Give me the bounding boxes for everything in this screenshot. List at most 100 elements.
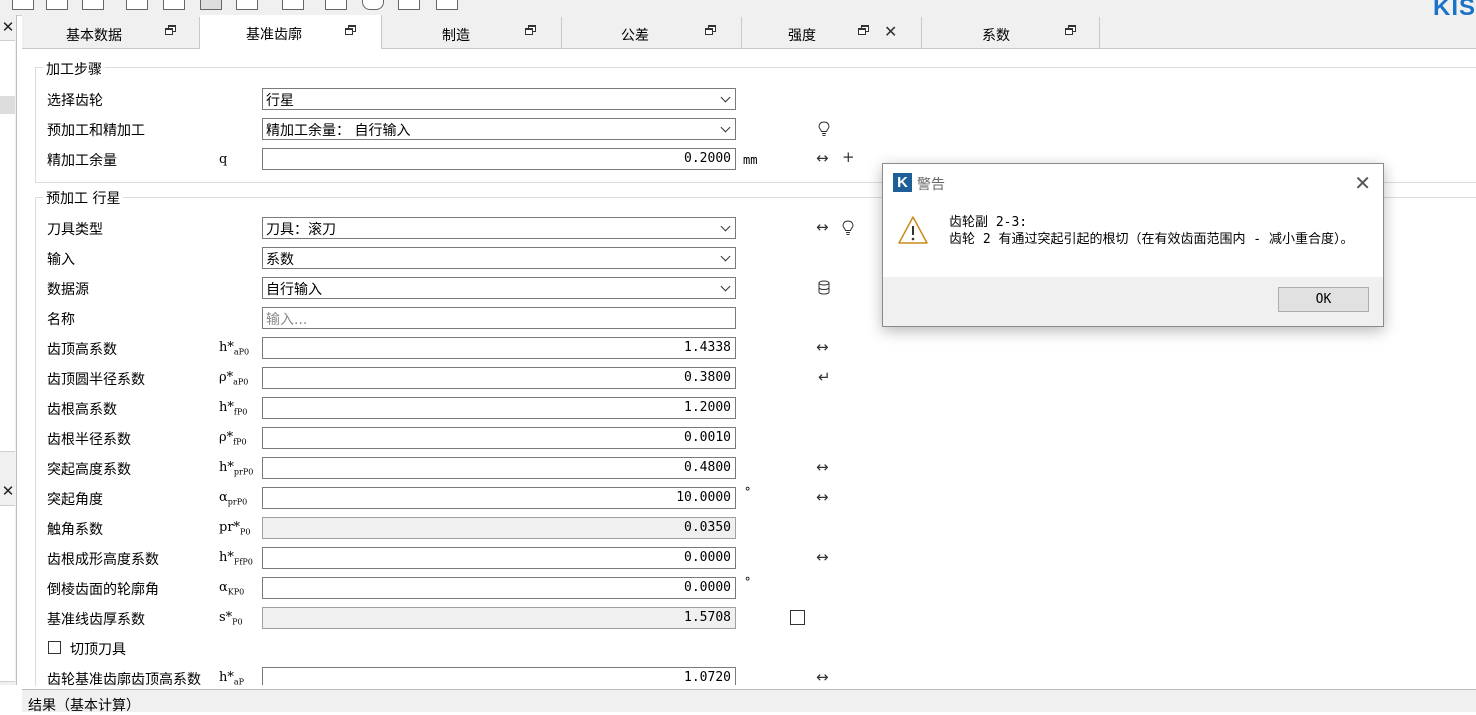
- left-dock-selected-item[interactable]: [0, 96, 15, 114]
- field-label: 触角系数: [47, 522, 103, 538]
- dialog-message: 齿轮副 2-3: 齿轮 2 有通过突起引起的根切（在有效齿面范围内 - 减小重合…: [949, 214, 1369, 248]
- field-label: 刀具类型: [47, 222, 103, 238]
- app-logo-icon: K: [893, 173, 912, 192]
- protuberance-height-input[interactable]: 0.4800: [262, 457, 736, 479]
- swap-arrow-icon[interactable]: ↔: [816, 459, 829, 475]
- database-icon[interactable]: [818, 280, 830, 295]
- toolbar-doc-button[interactable]: [12, 0, 34, 10]
- tab-label: 基准齿廓: [246, 27, 302, 43]
- chamfer-profile-angle-input[interactable]: 0.0000: [262, 577, 736, 599]
- finishing-allowance-input[interactable]: 0.2000: [262, 148, 736, 170]
- tip-radius-coefficient-input[interactable]: 0.3800: [262, 367, 736, 389]
- field-value: 0.3800: [684, 370, 731, 385]
- close-icon[interactable]: ✕: [1354, 171, 1371, 195]
- field-value: 0.4800: [684, 460, 731, 475]
- field-label: 齿顶圆半径系数: [47, 372, 145, 388]
- toolbar-window-button[interactable]: [236, 0, 258, 10]
- enter-arrow-icon[interactable]: ↵: [818, 369, 831, 385]
- toolbar-edit-button[interactable]: [82, 0, 104, 10]
- tab-factors[interactable]: 系数: [922, 17, 1100, 48]
- toolbar-report-button[interactable]: [436, 0, 458, 10]
- field-label: 突起高度系数: [47, 462, 131, 478]
- unit-label: °: [744, 485, 752, 499]
- root-form-height-input[interactable]: 0.0000: [262, 547, 736, 569]
- field-label: 输入: [47, 252, 75, 268]
- chevron-down-icon: [720, 122, 731, 133]
- field-label: 基准线齿厚系数: [47, 612, 145, 628]
- swap-arrow-icon[interactable]: ↔: [816, 219, 829, 235]
- results-label: 结果（基本计算）: [28, 698, 140, 714]
- field-value: 1.2000: [684, 400, 731, 415]
- toolbar-layout-button[interactable]: [126, 0, 148, 10]
- chevron-down-icon: [720, 221, 731, 232]
- toolbar-check-button[interactable]: [325, 0, 347, 10]
- swap-arrow-icon[interactable]: ↔: [816, 489, 829, 505]
- field-symbol: h*fP0: [219, 400, 248, 417]
- toolbar-database-button[interactable]: [362, 0, 384, 10]
- restore-window-icon[interactable]: [1065, 25, 1076, 35]
- swap-arrow-icon[interactable]: ↔: [816, 669, 829, 685]
- left-dock-list[interactable]: [0, 505, 15, 682]
- addendum-coefficient-input[interactable]: 1.4338: [262, 337, 736, 359]
- data-source-dropdown[interactable]: 自行输入: [262, 277, 736, 299]
- select-gear-dropdown[interactable]: 行星: [262, 88, 736, 110]
- tab-label: 基本数据: [66, 28, 122, 44]
- field-label: 突起角度: [47, 492, 103, 508]
- tool-type-dropdown[interactable]: 刀具：滚刀: [262, 217, 736, 239]
- tab-tolerances[interactable]: 公差: [562, 17, 742, 48]
- tab-reference-profile[interactable]: 基准齿廓: [200, 15, 382, 49]
- tab-manufacturing[interactable]: 制造: [382, 17, 562, 48]
- topping-tool-checkbox[interactable]: [48, 641, 61, 654]
- close-icon[interactable]: ✕: [0, 17, 16, 37]
- toolbar-table-button[interactable]: [398, 0, 420, 10]
- tooth-thickness-checkbox[interactable]: [790, 610, 805, 625]
- restore-window-icon[interactable]: [858, 25, 869, 35]
- field-symbol: h*FfP0: [219, 550, 253, 567]
- toolbar: KIS: [0, 0, 1476, 21]
- plus-icon[interactable]: +: [842, 149, 855, 165]
- toolbar-open-button[interactable]: [46, 0, 68, 10]
- lightbulb-icon[interactable]: [842, 220, 854, 236]
- field-value: 0.0000: [684, 580, 731, 595]
- tab-bar: 基本数据 基准齿廓 制造 公差 强度 ✕ 系数: [22, 15, 1476, 49]
- toolbar-chart-button[interactable]: [282, 0, 304, 10]
- name-input[interactable]: 输入...: [262, 307, 736, 329]
- results-panel-header[interactable]: 结果（基本计算）: [22, 689, 1476, 714]
- swap-arrow-icon[interactable]: ↔: [816, 549, 829, 565]
- left-dock-tree[interactable]: [0, 40, 15, 452]
- field-value: 1.4338: [684, 340, 731, 355]
- close-icon[interactable]: ✕: [0, 481, 16, 501]
- restore-window-icon[interactable]: [705, 25, 716, 35]
- toolbar-view-button[interactable]: [163, 0, 185, 10]
- dedendum-coefficient-input[interactable]: 1.2000: [262, 397, 736, 419]
- field-label: 齿顶高系数: [47, 342, 117, 358]
- ok-button[interactable]: OK: [1278, 287, 1369, 312]
- checkbox-label: 切顶刀具: [70, 642, 126, 658]
- field-symbol: ρ*aP0: [219, 370, 249, 387]
- restore-window-icon[interactable]: [525, 25, 536, 35]
- dropdown-value: 系数: [266, 252, 294, 268]
- protuberance-angle-input[interactable]: 10.0000: [262, 487, 736, 509]
- field-value: 1.5708: [684, 610, 731, 625]
- swap-arrow-icon[interactable]: ↔: [816, 150, 829, 166]
- swap-arrow-icon[interactable]: ↔: [816, 339, 829, 355]
- tab-label: 系数: [982, 28, 1010, 44]
- lightbulb-icon[interactable]: [818, 121, 830, 137]
- tab-strength[interactable]: 强度 ✕: [742, 17, 922, 48]
- chevron-down-icon: [720, 92, 731, 103]
- field-symbol: h*prP0: [219, 460, 254, 477]
- restore-window-icon[interactable]: [345, 25, 356, 35]
- gear-profile-addendum-input[interactable]: 1.0720: [262, 667, 736, 685]
- input-mode-dropdown[interactable]: 系数: [262, 247, 736, 269]
- warning-dialog: K 警告 ✕ 齿轮副 2-3: 齿轮 2 有通过突起引起的根切（在有效齿面范围内…: [882, 163, 1384, 327]
- field-label: 倒棱齿面的轮廓角: [47, 582, 159, 598]
- machining-mode-dropdown[interactable]: 精加工余量： 自行输入: [262, 118, 736, 140]
- restore-window-icon[interactable]: [165, 25, 176, 35]
- field-label: 数据源: [47, 282, 89, 298]
- close-icon[interactable]: ✕: [884, 24, 897, 40]
- tab-label: 公差: [621, 28, 649, 44]
- root-radius-coefficient-input[interactable]: 0.0010: [262, 427, 736, 449]
- tab-basic-data[interactable]: 基本数据: [22, 17, 200, 48]
- toolbar-panel-button[interactable]: [200, 0, 222, 10]
- field-label: 选择齿轮: [47, 93, 103, 109]
